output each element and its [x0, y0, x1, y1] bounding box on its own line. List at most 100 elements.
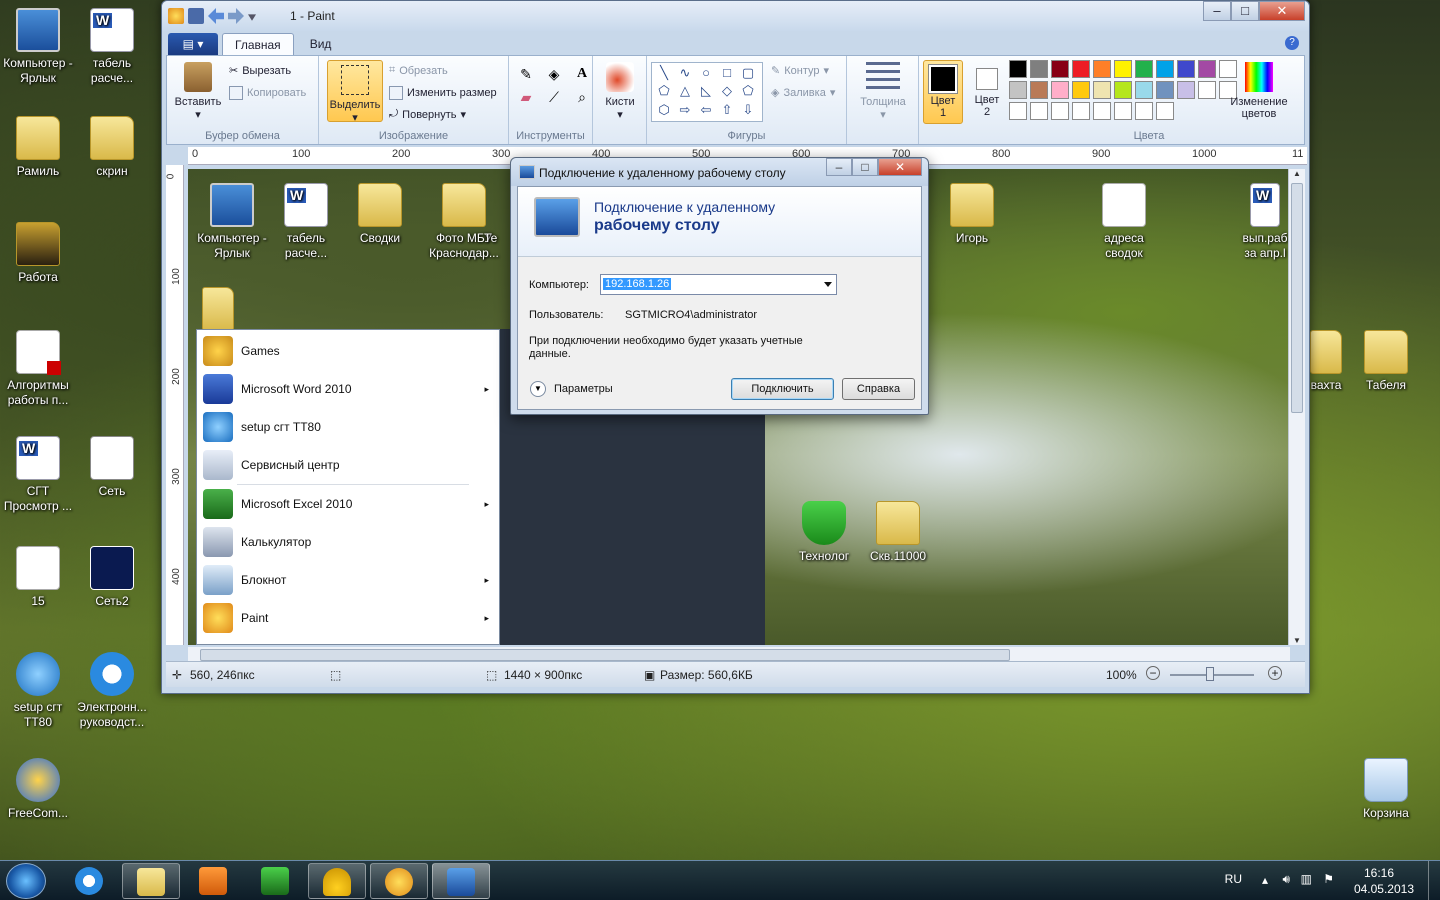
- action-center-icon[interactable]: ⚑: [1323, 872, 1334, 886]
- arrow-left-shape-icon[interactable]: ⇦: [696, 102, 716, 119]
- vertical-scrollbar[interactable]: ▲ ▼: [1288, 169, 1305, 645]
- help-button[interactable]: ?: [1285, 36, 1299, 50]
- rdp-close-button[interactable]: ✕: [878, 158, 922, 176]
- cut-button[interactable]: ✂ Вырезать: [229, 64, 291, 78]
- desktop-icon-ramil[interactable]: Рамиль: [0, 116, 76, 179]
- text-icon[interactable]: A: [571, 66, 593, 83]
- palette-swatch[interactable]: [1177, 81, 1195, 99]
- arrow-right-shape-icon[interactable]: ⇨: [675, 102, 695, 119]
- palette-swatch[interactable]: [1135, 60, 1153, 78]
- diamond-shape-icon[interactable]: ◇: [717, 83, 737, 100]
- palette-swatch[interactable]: [1114, 81, 1132, 99]
- palette-swatch[interactable]: [1030, 102, 1048, 120]
- pencil-icon[interactable]: ✎: [515, 66, 537, 83]
- desktop-icon-skrin[interactable]: скрин: [74, 116, 150, 179]
- line-shape-icon[interactable]: ╲: [654, 65, 674, 82]
- crop-button[interactable]: ⌗ Обрезать: [389, 64, 448, 77]
- options-toggle[interactable]: ▼: [530, 381, 546, 397]
- scroll-up-arrow[interactable]: ▲: [1289, 169, 1305, 178]
- tab-home[interactable]: Главная: [222, 33, 294, 55]
- zoom-out-button[interactable]: −: [1146, 666, 1160, 680]
- rdp-minimize-button[interactable]: ‒: [826, 158, 852, 176]
- palette-swatch[interactable]: [1093, 60, 1111, 78]
- palette-swatch[interactable]: [1030, 81, 1048, 99]
- desktop-icon-15[interactable]: 15: [0, 546, 76, 609]
- fill-button[interactable]: ◈ Заливка ▾: [771, 86, 835, 100]
- rdp-maximize-button[interactable]: □: [852, 158, 878, 176]
- palette-swatch[interactable]: [1051, 102, 1069, 120]
- palette-swatch[interactable]: [1156, 102, 1174, 120]
- volume-icon[interactable]: 🔊︎: [1282, 872, 1290, 887]
- desktop-icon-rabota[interactable]: Работа: [0, 222, 76, 285]
- desktop-icon-sgt[interactable]: СГТ Просмотр ...: [0, 436, 76, 514]
- resize-button[interactable]: Изменить размер: [389, 86, 497, 100]
- taskbar-paint[interactable]: [370, 863, 428, 899]
- maximize-button[interactable]: □: [1231, 1, 1259, 21]
- edit-colors-button[interactable]: Изменение цветов: [1227, 62, 1291, 120]
- desktop-icon-elektronnoe[interactable]: Электронн... руководст...: [74, 652, 150, 730]
- palette-swatch[interactable]: [1072, 81, 1090, 99]
- size-button[interactable]: Толщина ▾: [853, 62, 913, 121]
- desktop-icon-algoritmy[interactable]: Алгоритмы работы п...: [0, 330, 76, 408]
- palette-swatch[interactable]: [1177, 60, 1195, 78]
- help-button[interactable]: Справка: [842, 378, 915, 400]
- triangle-shape-icon[interactable]: △: [675, 83, 695, 100]
- computer-combobox[interactable]: 192.168.1.26: [600, 274, 837, 295]
- outline-button[interactable]: ✎ Контур ▾: [771, 64, 829, 78]
- palette-swatch[interactable]: [1135, 81, 1153, 99]
- copy-button[interactable]: Копировать: [229, 86, 306, 100]
- palette-swatch[interactable]: [1135, 102, 1153, 120]
- show-hidden-icons[interactable]: ▴: [1262, 873, 1268, 887]
- desktop-icon-set2[interactable]: Сеть2: [74, 546, 150, 609]
- customize-qat-icon[interactable]: [248, 14, 256, 21]
- palette-swatch[interactable]: [1030, 60, 1048, 78]
- close-button[interactable]: ✕: [1259, 1, 1305, 21]
- fill-icon[interactable]: ◈: [543, 66, 565, 83]
- right-triangle-shape-icon[interactable]: ◺: [696, 83, 716, 100]
- computer-value[interactable]: 192.168.1.26: [603, 278, 672, 290]
- connect-button[interactable]: Подключить: [731, 378, 834, 400]
- palette-swatch[interactable]: [1156, 60, 1174, 78]
- arrow-up-shape-icon[interactable]: ⇧: [717, 102, 737, 119]
- clock-date[interactable]: 04.05.2013: [1354, 882, 1414, 896]
- palette-swatch[interactable]: [1093, 81, 1111, 99]
- redo-icon[interactable]: [228, 8, 244, 24]
- palette-swatch[interactable]: [1009, 60, 1027, 78]
- tab-view[interactable]: Вид: [298, 33, 344, 55]
- paint-menu-button[interactable]: ▤ ▾: [168, 33, 218, 55]
- curve-shape-icon[interactable]: ∿: [675, 65, 695, 82]
- undo-icon[interactable]: [208, 8, 224, 24]
- scroll-thumb[interactable]: [1291, 183, 1303, 413]
- palette-swatch[interactable]: [1072, 60, 1090, 78]
- chevron-down-icon[interactable]: [824, 282, 832, 287]
- taskbar-app2[interactable]: [308, 863, 366, 899]
- start-button[interactable]: [6, 863, 46, 899]
- options-label[interactable]: Параметры: [554, 383, 613, 395]
- taskbar-ie[interactable]: [60, 863, 118, 899]
- rotate-button[interactable]: ⤾ Повернуть ▾: [389, 108, 466, 121]
- save-icon[interactable]: [188, 8, 204, 24]
- taskbar-media-player[interactable]: [184, 863, 242, 899]
- desktop-icon-setup[interactable]: setup сгт TT80: [0, 652, 76, 730]
- scroll-thumb[interactable]: [200, 649, 1010, 661]
- color2-button[interactable]: Цвет 2: [967, 60, 1007, 124]
- palette-swatch[interactable]: [1051, 60, 1069, 78]
- polygon-shape-icon[interactable]: ⬠: [654, 83, 674, 100]
- palette-swatch[interactable]: [1198, 60, 1216, 78]
- palette-swatch[interactable]: [1051, 81, 1069, 99]
- language-indicator[interactable]: RU: [1225, 872, 1242, 886]
- hexagon-shape-icon[interactable]: ⬡: [654, 102, 674, 119]
- pentagon-shape-icon[interactable]: ⬠: [738, 83, 758, 100]
- desktop-icon-tabel[interactable]: табель расче...: [74, 8, 150, 86]
- taskbar-app1[interactable]: [246, 863, 304, 899]
- paste-button[interactable]: Вставить ▾: [173, 62, 223, 121]
- roundrect-shape-icon[interactable]: ▢: [738, 65, 758, 82]
- arrow-down-shape-icon[interactable]: ⇩: [738, 102, 758, 119]
- color1-button[interactable]: Цвет 1: [923, 60, 963, 124]
- shapes-gallery[interactable]: ╲ ∿ ○ □ ▢ ⬠ △ ◺ ◇ ⬠ ⬡ ⇨ ⇦ ⇧ ⇩: [651, 62, 763, 122]
- clock-time[interactable]: 16:16: [1364, 866, 1394, 880]
- scroll-down-arrow[interactable]: ▼: [1289, 636, 1305, 645]
- oval-shape-icon[interactable]: ○: [696, 65, 716, 82]
- zoom-in-button[interactable]: +: [1268, 666, 1282, 680]
- zoom-slider-thumb[interactable]: [1206, 667, 1214, 681]
